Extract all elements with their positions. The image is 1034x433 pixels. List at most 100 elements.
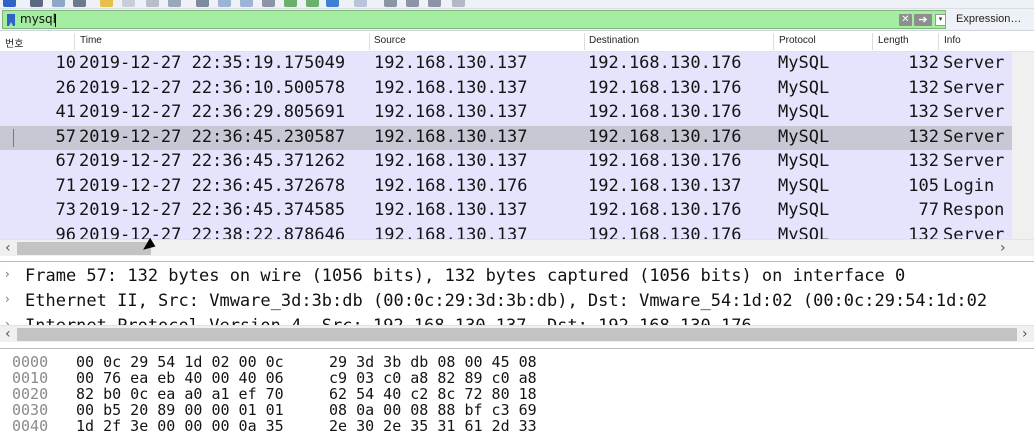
- text-caret: [55, 14, 56, 27]
- forward-icon[interactable]: [240, 0, 253, 7]
- scrollbar-thumb[interactable]: [17, 328, 1017, 341]
- scroll-left-icon[interactable]: ‹: [5, 326, 11, 342]
- column-divider[interactable]: [74, 33, 75, 50]
- autoscroll-icon[interactable]: [326, 0, 339, 7]
- column-divider[interactable]: [773, 33, 774, 50]
- packet-source: 192.168.130.137: [374, 151, 528, 171]
- column-divider[interactable]: [584, 33, 585, 50]
- packet-info: Server: [943, 53, 1005, 73]
- packet-info: Server: [943, 102, 1005, 122]
- packet-time: 2019-12-27 22:35:19.175049: [79, 53, 346, 73]
- scroll-right-icon[interactable]: ›: [1022, 326, 1028, 342]
- column-divider[interactable]: [938, 33, 939, 50]
- hex-bytes[interactable]: 1d 2f 3e 00 00 00 0a 35: [76, 417, 284, 433]
- zoom-reset-icon[interactable]: [428, 0, 441, 7]
- packet-protocol: MySQL: [778, 151, 830, 171]
- go-to-packet-icon[interactable]: [262, 0, 275, 7]
- display-filter-bar: mysql ✕ ➔ ▾ Expression…: [0, 9, 1034, 31]
- packet-protocol: MySQL: [778, 53, 830, 73]
- packet-time: 2019-12-27 22:36:45.374585: [79, 200, 346, 220]
- scroll-right-icon[interactable]: ›: [1000, 240, 1006, 256]
- packet-source: 192.168.130.137: [374, 200, 528, 220]
- bookmark-icon[interactable]: [7, 14, 15, 26]
- display-filter-input[interactable]: mysql ✕ ➔ ▾: [2, 10, 946, 29]
- apply-filter-icon[interactable]: ➔: [914, 14, 932, 26]
- packet-destination: 192.168.130.176: [588, 53, 742, 73]
- packet-protocol: MySQL: [778, 175, 830, 196]
- detail-text: Ethernet II, Src: Vmware_3d:3b:db (00:0c…: [25, 291, 988, 311]
- close-file-icon[interactable]: [146, 0, 159, 7]
- options-icon[interactable]: [73, 0, 86, 7]
- expand-arrow-icon[interactable]: ›: [5, 292, 10, 306]
- scroll-left-icon[interactable]: ‹: [5, 240, 11, 256]
- expand-arrow-icon[interactable]: ›: [5, 267, 10, 281]
- packet-time: 2019-12-27 22:36:45.372678: [79, 175, 346, 196]
- packet-row[interactable]: 26 2019-12-27 22:36:10.500578 192.168.13…: [0, 76, 1012, 101]
- packet-number: 10: [55, 53, 76, 73]
- packet-row[interactable]: 10 2019-12-27 22:35:19.175049 192.168.13…: [0, 52, 1012, 77]
- scrollbar-thumb[interactable]: [17, 242, 151, 255]
- resize-columns-icon[interactable]: [452, 0, 465, 7]
- restart-icon[interactable]: [52, 0, 65, 7]
- save-file-icon[interactable]: [122, 0, 135, 7]
- packet-destination: 192.168.130.176: [588, 151, 742, 171]
- packet-bytes-pane: 0000 00 0c 29 54 1d 02 00 0c 29 3d 3b db…: [0, 348, 1034, 433]
- stop-icon[interactable]: [30, 0, 43, 7]
- column-header-no[interactable]: 번호: [5, 35, 23, 50]
- back-icon[interactable]: [218, 0, 231, 7]
- column-divider[interactable]: [369, 33, 370, 50]
- packet-number: 67: [55, 151, 76, 171]
- colorize-icon[interactable]: [354, 0, 367, 7]
- column-header-time[interactable]: Time: [80, 35, 102, 46]
- packet-source: 192.168.130.137: [374, 77, 528, 98]
- column-divider[interactable]: [872, 33, 873, 50]
- packet-destination: 192.168.130.176: [588, 102, 742, 122]
- reload-icon[interactable]: [168, 0, 181, 7]
- packet-list-vertical-scrollbar[interactable]: [1012, 52, 1034, 255]
- column-header-info[interactable]: Info: [944, 35, 961, 46]
- zoom-out-icon[interactable]: [406, 0, 419, 7]
- open-file-icon[interactable]: [100, 0, 113, 7]
- packet-destination: 192.168.130.137: [588, 175, 742, 196]
- zoom-in-icon[interactable]: [384, 0, 397, 7]
- packet-source: 192.168.130.137: [374, 102, 528, 122]
- packet-number: 57: [55, 126, 76, 147]
- packet-destination: 192.168.130.176: [588, 200, 742, 220]
- packet-number: 73: [55, 200, 76, 220]
- column-header-destination[interactable]: Destination: [589, 35, 639, 46]
- packet-length: 132: [908, 151, 939, 171]
- display-filter-value[interactable]: mysql: [20, 12, 56, 26]
- chevron-down-icon[interactable]: ▾: [935, 14, 946, 26]
- packet-row[interactable]: 41 2019-12-27 22:36:29.805691 192.168.13…: [0, 101, 1012, 126]
- packet-list-pane: 번호 Time Source Destination Protocol Leng…: [0, 31, 1034, 255]
- packet-info: Server: [943, 126, 1005, 147]
- expression-button[interactable]: Expression…: [956, 13, 1021, 25]
- column-header-source[interactable]: Source: [374, 35, 406, 46]
- packet-row[interactable]: 67 2019-12-27 22:36:45.371262 192.168.13…: [0, 150, 1012, 175]
- packet-length: 132: [908, 77, 939, 98]
- shark-fin-icon[interactable]: [3, 0, 16, 7]
- column-header-length[interactable]: Length: [878, 35, 909, 46]
- packet-row[interactable]: 71 2019-12-27 22:36:45.372678 192.168.13…: [0, 174, 1012, 199]
- find-icon[interactable]: [196, 0, 209, 7]
- packet-list-header: 번호 Time Source Destination Protocol Leng…: [0, 31, 1034, 52]
- column-header-protocol[interactable]: Protocol: [779, 35, 816, 46]
- packet-row-selected[interactable]: 57 2019-12-27 22:36:45.230587 192.168.13…: [0, 125, 1012, 150]
- packet-source: 192.168.130.176: [374, 175, 528, 196]
- packet-info: Respon: [943, 200, 1005, 220]
- last-packet-icon[interactable]: [306, 0, 319, 7]
- packet-row[interactable]: 73 2019-12-27 22:36:45.374585 192.168.13…: [0, 199, 1012, 224]
- clear-filter-icon[interactable]: ✕: [899, 14, 912, 26]
- packet-number: 41: [55, 102, 76, 122]
- main-toolbar: [0, 0, 1034, 9]
- packet-details-pane: › Frame 57: 132 bytes on wire (1056 bits…: [0, 261, 1034, 326]
- first-packet-icon[interactable]: [284, 0, 297, 7]
- packet-time: 2019-12-27 22:36:45.371262: [79, 151, 346, 171]
- packet-protocol: MySQL: [778, 126, 830, 147]
- packet-length: 77: [918, 200, 939, 220]
- hex-bytes[interactable]: 2e 30 2e 35 31 61 2d 33: [329, 417, 537, 433]
- packet-source: 192.168.130.137: [374, 126, 528, 147]
- packet-number: 26: [55, 77, 76, 98]
- packet-info: Server: [943, 77, 1005, 98]
- details-horizontal-scrollbar[interactable]: ‹ ›: [0, 325, 1034, 342]
